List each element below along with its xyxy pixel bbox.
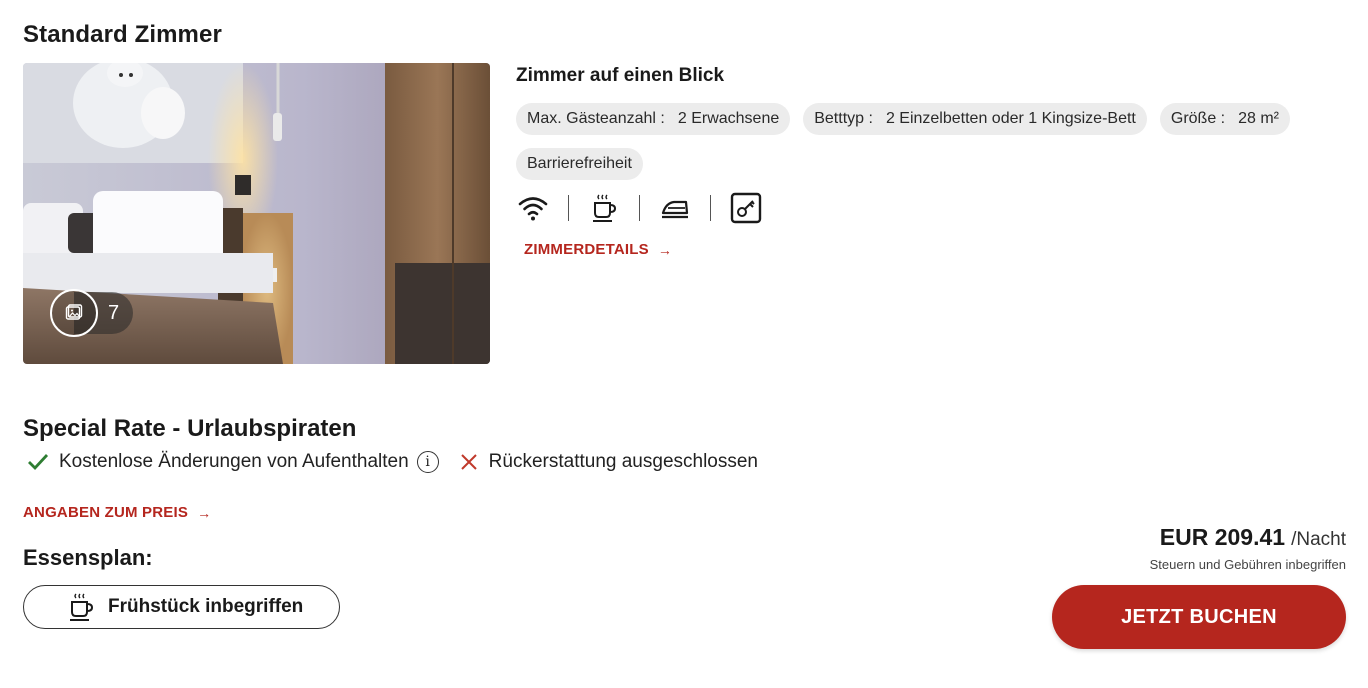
price-box: EUR 209.41 /Nacht Steuern und Gebühren i… [1150, 524, 1346, 572]
divider [639, 195, 640, 221]
chip-size: Größe : 28 m² [1159, 103, 1291, 135]
price-amount: EUR 209.41 [1159, 524, 1286, 550]
condition-no-text: Rückerstattung ausgeschlossen [488, 451, 758, 472]
chip-label: Größe : [1170, 110, 1226, 127]
arrow-right-icon: → [197, 504, 212, 521]
per-night-label: /Nacht [1291, 529, 1346, 550]
room-title: Standard Zimmer [23, 21, 222, 48]
chip-value: 2 Einzelbetten oder 1 Kingsize-Bett [885, 110, 1136, 127]
meal-plan-value: Frühstück inbegriffen [108, 596, 304, 617]
price-details-link[interactable]: ANGABEN ZUM PREIS → [23, 504, 211, 521]
chip-accessibility: Barrierefreiheit [516, 148, 643, 180]
meal-plan-chip: Frühstück inbegriffen [23, 585, 340, 629]
chip-label: Betttyp : [814, 110, 873, 127]
close-icon [460, 454, 477, 470]
gallery-icon [50, 289, 98, 337]
arrow-right-icon: → [657, 241, 673, 258]
check-icon [28, 454, 49, 471]
room-photo[interactable]: 7 [23, 63, 490, 364]
room-details-link[interactable]: ZIMMERDETAILS → [524, 241, 672, 258]
condition-yes-text: Kostenlose Änderungen von Aufenthalten [59, 451, 409, 472]
rate-title: Special Rate - Urlaubspiraten [23, 415, 357, 442]
condition-no-refund: Rückerstattung ausgeschlossen [459, 451, 758, 473]
coffee-icon [587, 192, 621, 224]
room-feature-chips: Max. Gästeanzahl : 2 Erwachsene Betttyp … [516, 103, 1336, 180]
divider [710, 195, 711, 221]
gallery-count[interactable]: 7 [50, 289, 134, 337]
meal-plan-title: Essensplan: [23, 545, 153, 570]
price-details-label: ANGABEN ZUM PREIS [23, 504, 189, 521]
rate-conditions: Kostenlose Änderungen von Aufenthalten i… [27, 451, 758, 473]
condition-free-changes: Kostenlose Änderungen von Aufenthalten i [27, 451, 439, 473]
book-now-button[interactable]: JETZT BUCHEN [1052, 585, 1346, 649]
chip-label: Barrierefreiheit [527, 155, 632, 172]
amenity-icons [516, 192, 763, 224]
iron-icon [658, 192, 692, 224]
coffee-icon [70, 593, 94, 621]
tax-note: Steuern und Gebühren inbegriffen [1149, 557, 1346, 572]
chip-value: 28 m² [1238, 110, 1280, 127]
room-details-label: ZIMMERDETAILS [524, 241, 649, 258]
divider [568, 195, 569, 221]
glance-title: Zimmer auf einen Blick [516, 65, 725, 86]
chip-label: Max. Gästeanzahl : [527, 110, 665, 127]
info-icon[interactable]: i [416, 451, 439, 473]
chip-value: 2 Erwachsene [677, 110, 780, 127]
wifi-icon [516, 192, 550, 224]
chip-max-guests: Max. Gästeanzahl : 2 Erwachsene [516, 103, 791, 135]
keycard-icon [729, 192, 763, 224]
chip-bed-type: Betttyp : 2 Einzelbetten oder 1 Kingsize… [803, 103, 1147, 135]
